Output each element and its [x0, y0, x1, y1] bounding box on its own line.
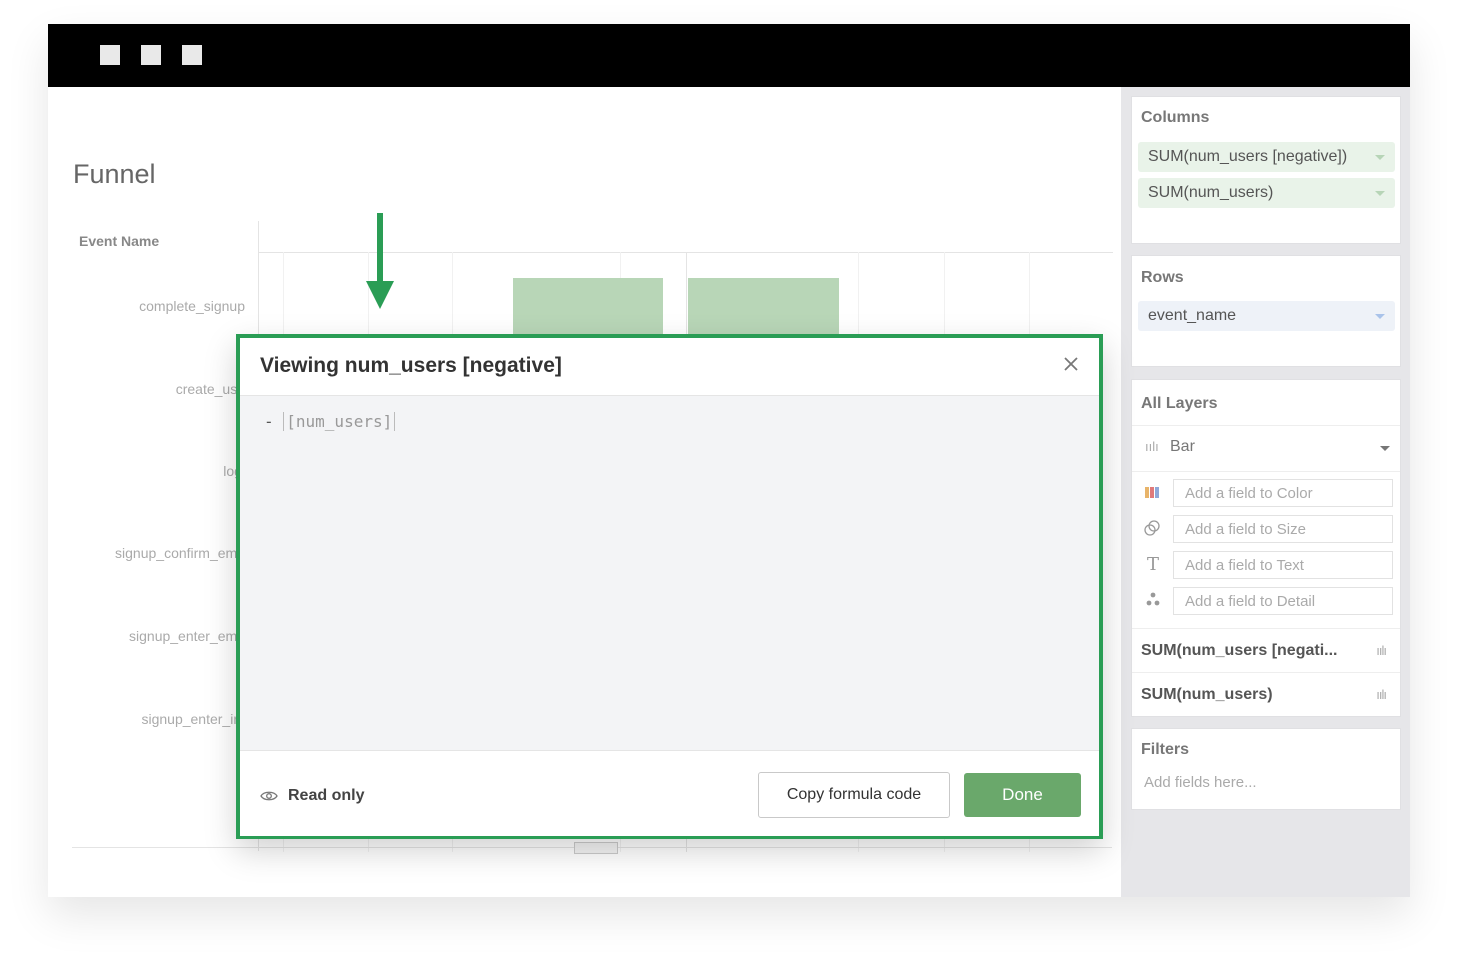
column-pill[interactable]: SUM(num_users [negative]) — [1138, 142, 1395, 172]
bar-chart-icon: ıılı — [1145, 439, 1159, 454]
filters-dropzone[interactable]: Add fields here... — [1144, 774, 1257, 791]
chevron-down-icon[interactable] — [1375, 314, 1385, 319]
chevron-down-icon[interactable] — [1375, 191, 1385, 196]
mark-type-label: Bar — [1170, 438, 1195, 455]
window-control-1[interactable] — [100, 45, 120, 65]
size-field-input[interactable]: Add a field to Size — [1173, 515, 1393, 543]
column-pill-label: SUM(num_users [negative]) — [1148, 148, 1348, 165]
color-field-placeholder: Add a field to Color — [1185, 485, 1313, 502]
event-name-header: Event Name — [79, 233, 160, 249]
formula-operator: - — [264, 412, 284, 431]
column-pill-label: SUM(num_users) — [1148, 184, 1274, 201]
bar-chart-icon[interactable]: ıılı — [1376, 687, 1387, 702]
detail-icon — [1143, 591, 1163, 611]
row-pill-label: event_name — [1148, 307, 1237, 324]
text-field-input[interactable]: Add a field to Text — [1173, 551, 1393, 579]
formula-field-token: [num_users] — [283, 412, 396, 431]
chevron-down-icon[interactable] — [1380, 446, 1390, 451]
formula-code: - [num_users] — [264, 412, 396, 431]
bar-positive[interactable] — [688, 278, 839, 338]
read-only-label: Read only — [288, 787, 365, 804]
event-label: signup_enter_inf — [141, 711, 245, 727]
measure-label: SUM(num_users [negati... — [1141, 642, 1338, 659]
down-arrow-icon — [366, 213, 394, 309]
done-button[interactable]: Done — [964, 773, 1081, 817]
event-label: create_use — [175, 381, 245, 397]
close-icon[interactable] — [1061, 354, 1081, 374]
layers-panel: All Layers ıılı Bar Add a field to Color… — [1131, 379, 1401, 717]
window-control-2[interactable] — [141, 45, 161, 65]
rows-panel: Rows event_name — [1131, 255, 1401, 367]
row-pill[interactable]: event_name — [1138, 301, 1395, 331]
rows-title: Rows — [1141, 269, 1184, 286]
text-field-placeholder: Add a field to Text — [1185, 557, 1304, 574]
dialog-footer: Read only Copy formula code Done — [240, 750, 1099, 836]
detail-field-input[interactable]: Add a field to Detail — [1173, 587, 1393, 615]
columns-panel: Columns SUM(num_users [negative]) SUM(nu… — [1131, 96, 1401, 244]
filters-title: Filters — [1141, 741, 1190, 758]
event-label: signup_enter_ema — [129, 628, 245, 644]
formula-editor[interactable]: - [num_users] — [240, 396, 1099, 750]
measure-label: SUM(num_users) — [1141, 686, 1273, 703]
event-label: signup_confirm_ema — [115, 545, 245, 561]
window-control-3[interactable] — [182, 45, 202, 65]
formula-dialog: Viewing num_users [negative] - [num_user… — [236, 334, 1103, 839]
event-label: logi — [223, 463, 245, 479]
bar-chart-icon[interactable]: ıılı — [1376, 643, 1387, 658]
page-title: Funnel — [73, 159, 156, 189]
text-icon: T — [1146, 554, 1159, 575]
color-field-input[interactable]: Add a field to Color — [1173, 479, 1393, 507]
size-field-placeholder: Add a field to Size — [1185, 521, 1306, 538]
shelf-sidebar: Columns SUM(num_users [negative]) SUM(nu… — [1121, 87, 1410, 897]
dialog-header: Viewing num_users [negative] — [240, 338, 1099, 396]
measure-row[interactable]: SUM(num_users [negati... ıılı — [1132, 628, 1400, 673]
bar-negative[interactable] — [513, 278, 663, 338]
eye-icon — [260, 791, 278, 801]
column-pill[interactable]: SUM(num_users) — [1138, 178, 1395, 208]
resize-handle[interactable] — [574, 842, 618, 854]
title-bar — [48, 24, 1410, 87]
color-icon — [1143, 484, 1163, 504]
chevron-down-icon[interactable] — [1375, 155, 1385, 160]
columns-title: Columns — [1141, 109, 1210, 126]
measure-row[interactable]: SUM(num_users) ıılı — [1132, 672, 1400, 717]
event-label: complete_signup — [139, 298, 245, 314]
copy-formula-button[interactable]: Copy formula code — [758, 772, 950, 818]
detail-field-placeholder: Add a field to Detail — [1185, 593, 1316, 610]
layers-title: All Layers — [1141, 395, 1218, 412]
filters-panel: Filters Add fields here... — [1131, 728, 1401, 810]
dialog-title: Viewing num_users [negative] — [260, 354, 562, 377]
mark-type-select[interactable]: ıılı Bar — [1132, 425, 1400, 472]
size-icon — [1143, 520, 1163, 540]
